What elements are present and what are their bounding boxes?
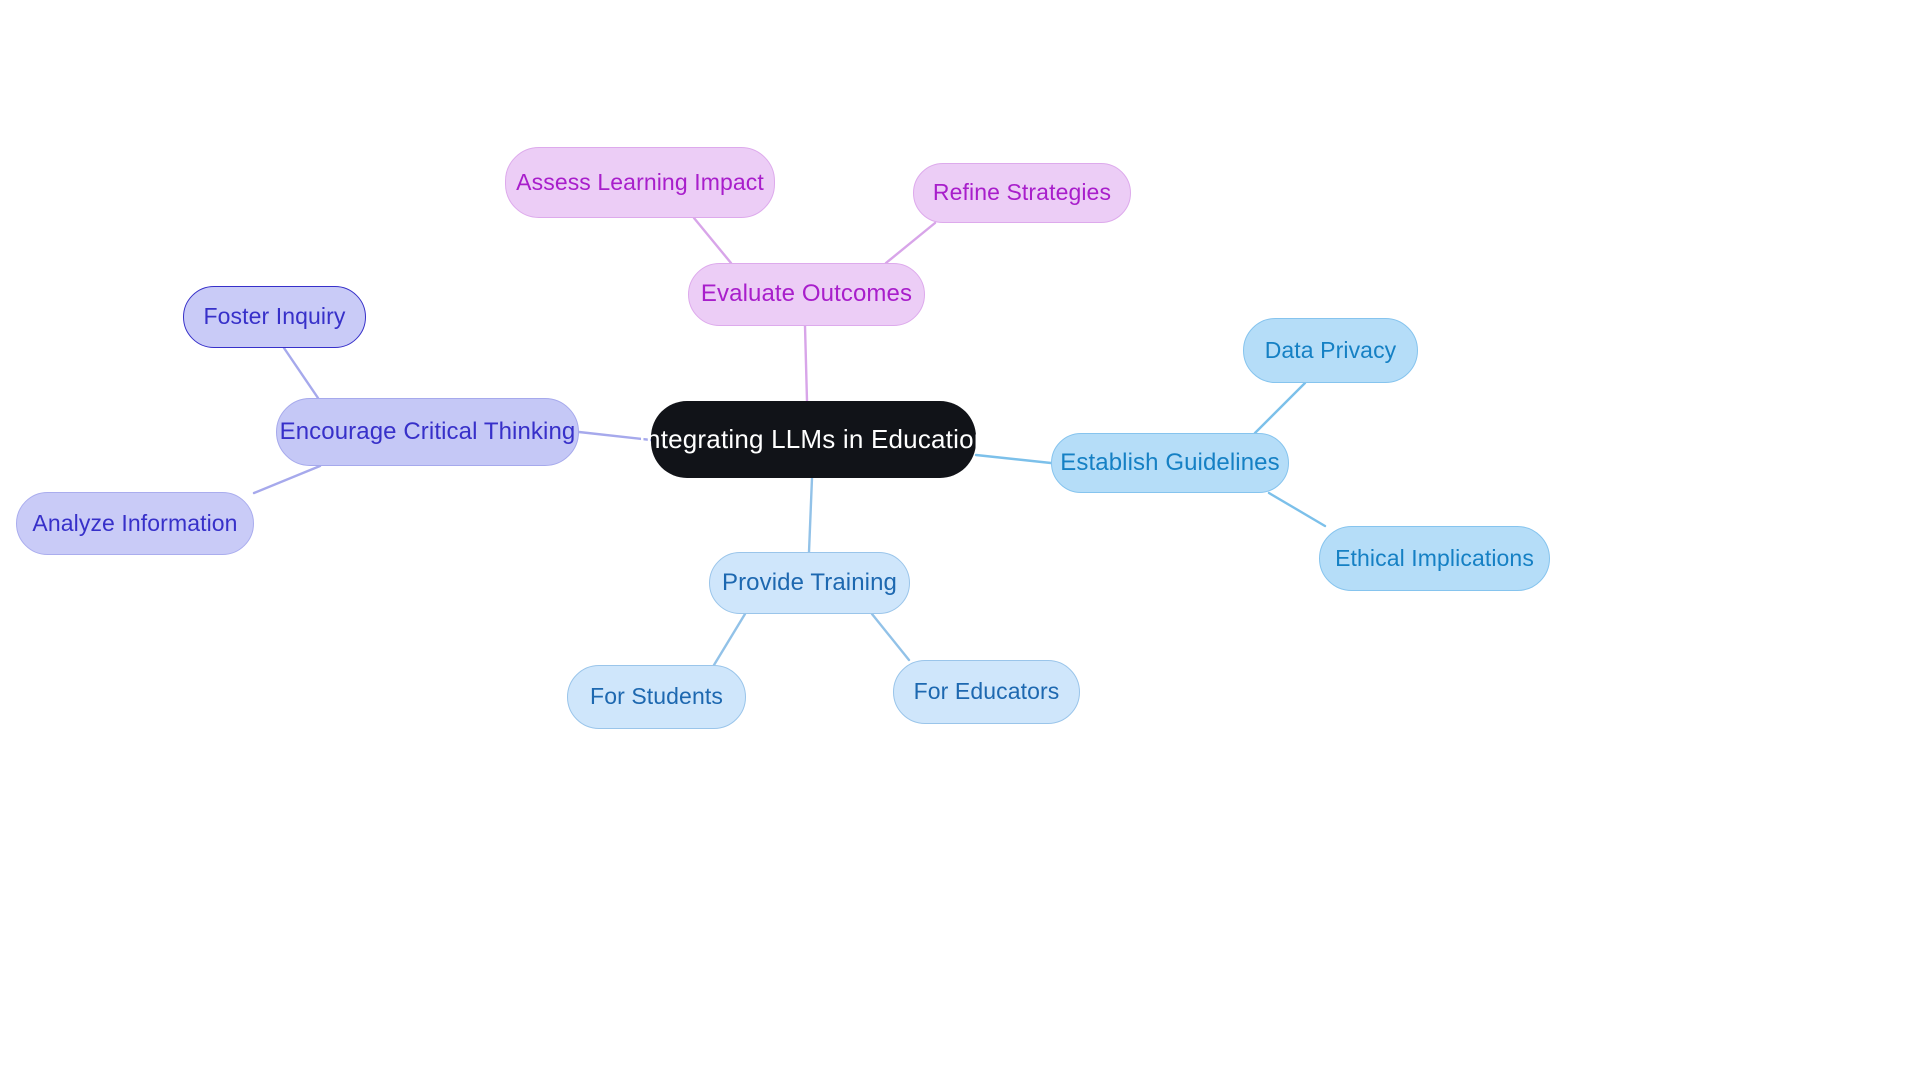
node-for-students-label: For Students bbox=[590, 683, 723, 710]
node-data-privacy-label: Data Privacy bbox=[1264, 336, 1397, 363]
node-encourage-critical-thinking[interactable]: Encourage Critical Thinking bbox=[276, 398, 579, 466]
node-for-educators-label: For Educators bbox=[913, 678, 1060, 705]
node-analyze-information[interactable]: Analyze Information bbox=[16, 492, 254, 555]
edge-root-establish bbox=[974, 453, 1053, 465]
node-establish-guidelines[interactable]: Establish Guidelines bbox=[1051, 433, 1289, 493]
edge-training-students bbox=[712, 612, 747, 667]
node-evaluate-outcomes[interactable]: Evaluate Outcomes bbox=[688, 263, 925, 326]
node-for-students[interactable]: For Students bbox=[567, 665, 746, 729]
edge-training-educators bbox=[870, 612, 911, 662]
node-analyze-information-label: Analyze Information bbox=[32, 509, 238, 536]
node-root[interactable]: Integrating LLMs in Education bbox=[639, 401, 988, 478]
node-refine-strategies[interactable]: Refine Strategies bbox=[913, 163, 1131, 223]
node-establish-guidelines-label: Establish Guidelines bbox=[1060, 448, 1280, 476]
node-foster-inquiry[interactable]: Foster Inquiry bbox=[183, 286, 366, 348]
node-provide-training[interactable]: Provide Training bbox=[709, 552, 910, 614]
edge-evaluate-assess bbox=[692, 216, 733, 265]
node-assess-learning-impact[interactable]: Assess Learning Impact bbox=[505, 147, 775, 218]
node-refine-strategies-label: Refine Strategies bbox=[932, 179, 1112, 206]
node-root-label: Integrating LLMs in Education bbox=[638, 424, 989, 455]
node-ethical-implications-label: Ethical Implications bbox=[1335, 544, 1534, 571]
edge-root-training bbox=[807, 476, 814, 554]
node-encourage-critical-thinking-label: Encourage Critical Thinking bbox=[279, 417, 576, 445]
mindmap-canvas: Integrating LLMs in Education Encourage … bbox=[0, 0, 1920, 1083]
edge-root-evaluate bbox=[803, 324, 809, 403]
edge-encourage-analyze bbox=[252, 464, 322, 495]
node-assess-learning-impact-label: Assess Learning Impact bbox=[516, 168, 764, 195]
node-data-privacy[interactable]: Data Privacy bbox=[1243, 318, 1418, 383]
node-for-educators[interactable]: For Educators bbox=[893, 660, 1080, 724]
edge-encourage-foster bbox=[282, 346, 320, 400]
node-evaluate-outcomes-label: Evaluate Outcomes bbox=[700, 280, 913, 308]
edge-establish-privacy bbox=[1253, 381, 1307, 435]
edge-establish-ethical bbox=[1267, 491, 1327, 528]
edge-evaluate-refine bbox=[884, 221, 937, 265]
node-provide-training-label: Provide Training bbox=[721, 568, 898, 596]
node-ethical-implications[interactable]: Ethical Implications bbox=[1319, 526, 1550, 591]
node-foster-inquiry-label: Foster Inquiry bbox=[203, 303, 346, 330]
